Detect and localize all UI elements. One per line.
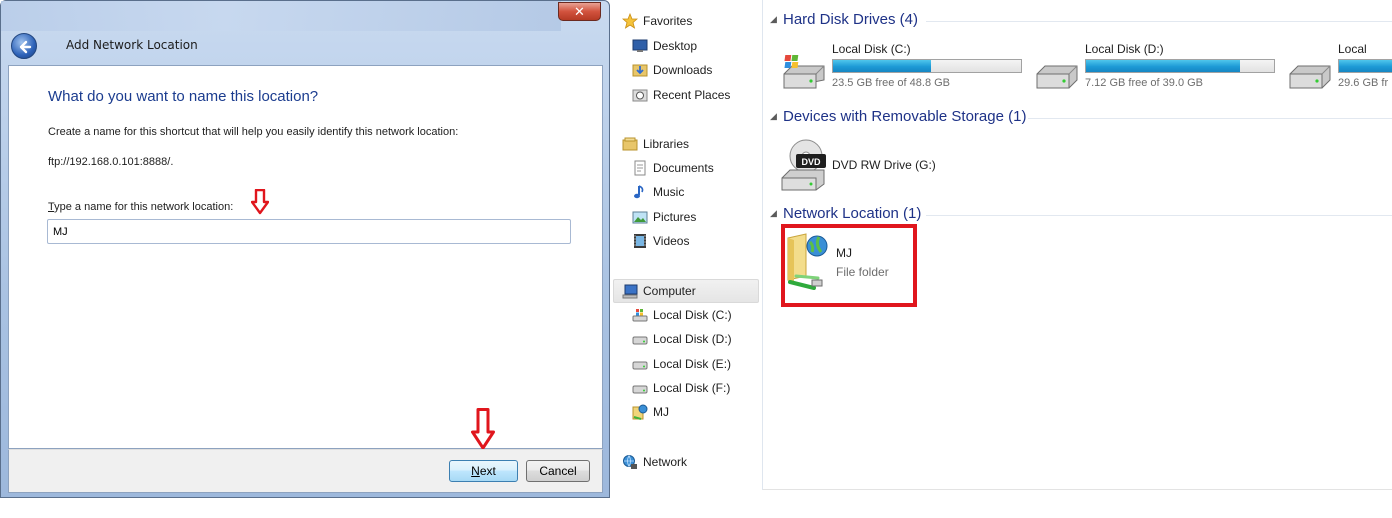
dialog-content: What do you want to name this location? … [8,65,603,450]
nav-computer-label: Computer [643,284,696,298]
nav-documents-label: Documents [653,161,714,175]
group-network-title: Network Location (1) [783,205,922,222]
drive-usage-fill [833,60,931,72]
nav-desktop-label: Desktop [653,39,698,53]
title-bar [1,1,561,31]
drive-name: Local [1338,42,1367,56]
hard-drive-icon [632,336,648,345]
hard-drive-icon [632,361,648,370]
group-divider [1028,118,1392,119]
nav-downloads-label: Downloads [653,63,713,77]
nav-favorites-label: Favorites [643,14,693,28]
libraries-icon [622,137,638,151]
next-accesskey: N [471,464,480,478]
network-folder-icon [632,404,648,420]
navigation-pane: Favorites Desktop Downloads Recent Place… [612,0,763,490]
drive-free-space: 7.12 GB free of 39.0 GB [1085,77,1204,89]
dvd-drive-item[interactable]: DVD DVD RW Drive (G:) [780,138,980,194]
red-down-arrow-icon [251,189,269,215]
close-button[interactable]: ✕ [558,2,601,21]
computer-icon [622,284,638,299]
nav-videos-label: Videos [653,234,690,248]
drive-usage-fill [1339,60,1392,72]
label-text: ype a name for this network location: [54,201,234,213]
next-label: ext [479,464,496,478]
collapse-triangle-icon: ◢ [770,111,777,121]
content-pane: ◢ Hard Disk Drives (4) Local Disk (C:) 23… [764,0,1392,490]
drive-free-space: 23.5 GB free of 48.8 GB [832,77,951,89]
group-removable-storage[interactable]: ◢ Devices with Removable Storage (1) [770,108,1026,125]
hard-drive-icon [632,385,648,394]
nav-disk-f-label: Local Disk (F:) [653,381,731,395]
nav-pictures-label: Pictures [653,210,697,224]
drive-item[interactable]: Local Disk (C:) 23.5 GB free of 48.8 GB [780,42,1040,94]
group-divider [926,215,1392,216]
downloads-folder-icon [632,64,648,77]
red-down-arrow-icon [471,408,495,450]
drive-name: Local Disk (C:) [832,42,911,56]
drive-usage-bar [1338,59,1392,73]
back-arrow-icon [19,40,32,54]
group-hard-disks-title: Hard Disk Drives (4) [783,11,919,28]
nav-disk-e-label: Local Disk (E:) [653,357,732,371]
hard-drive-icon [1036,65,1078,89]
group-divider [926,21,1392,22]
dvd-drive-icon: DVD [781,139,826,191]
nav-network-label: Network [643,455,688,469]
back-button[interactable] [11,33,37,59]
drive-item[interactable]: Local Disk (D:) 7.12 GB free of 39.0 GB [1033,42,1293,94]
nav-disk-d-label: Local Disk (D:) [653,332,732,346]
nav-music-label: Music [653,185,685,199]
recent-places-icon [632,89,648,102]
group-network-location[interactable]: ◢ Network Location (1) [770,205,921,222]
dvd-badge: DVD [801,157,821,167]
drive-usage-bar [832,59,1022,73]
music-note-icon [634,185,644,199]
drive-name: Local Disk (D:) [1085,42,1164,56]
drive-usage-bar [1085,59,1275,73]
drive-free-space: 29.6 GB fr [1338,77,1389,89]
network-icon [623,455,637,469]
videos-icon [634,234,646,248]
collapse-triangle-icon: ◢ [770,208,777,218]
next-button[interactable]: Next [449,460,518,482]
page-heading: What do you want to name this location? [48,88,319,105]
nav-disk-c-label: Local Disk (C:) [653,308,732,322]
nav-recent-places-label: Recent Places [653,88,731,102]
windows-explorer: Favorites Desktop Downloads Recent Place… [612,0,1392,490]
star-icon [622,13,638,29]
cancel-button[interactable]: Cancel [526,460,590,482]
group-removable-title: Devices with Removable Storage (1) [783,108,1027,125]
pictures-icon [632,211,648,224]
windows-hard-drive-icon [783,55,825,89]
drive-item[interactable]: Local 29.6 GB fr [1286,42,1392,94]
dialog-title: Add Network Location [66,38,198,52]
instruction-text: Create a name for this shortcut that wil… [48,126,459,138]
drive-usage-fill [1086,60,1241,72]
dvd-drive-name: DVD RW Drive (G:) [832,158,936,172]
desktop-icon [632,39,648,52]
documents-icon [634,160,646,176]
dialog-footer: Next Cancel [8,449,603,493]
name-field-label: Type a name for this network location: [48,201,233,213]
location-name-input[interactable] [47,219,571,244]
windows-drive-icon [632,309,648,322]
hard-drive-icon [1289,65,1331,89]
red-highlight-box [781,224,917,307]
nav-libraries-label: Libraries [643,137,690,151]
group-hard-disks[interactable]: ◢ Hard Disk Drives (4) [770,11,918,28]
network-address: ftp://192.168.0.101:8888/. [48,156,174,168]
nav-mj-label: MJ [653,405,669,419]
collapse-triangle-icon: ◢ [770,14,777,24]
add-network-location-dialog: ✕ Add Network Location What do you want … [0,0,610,498]
